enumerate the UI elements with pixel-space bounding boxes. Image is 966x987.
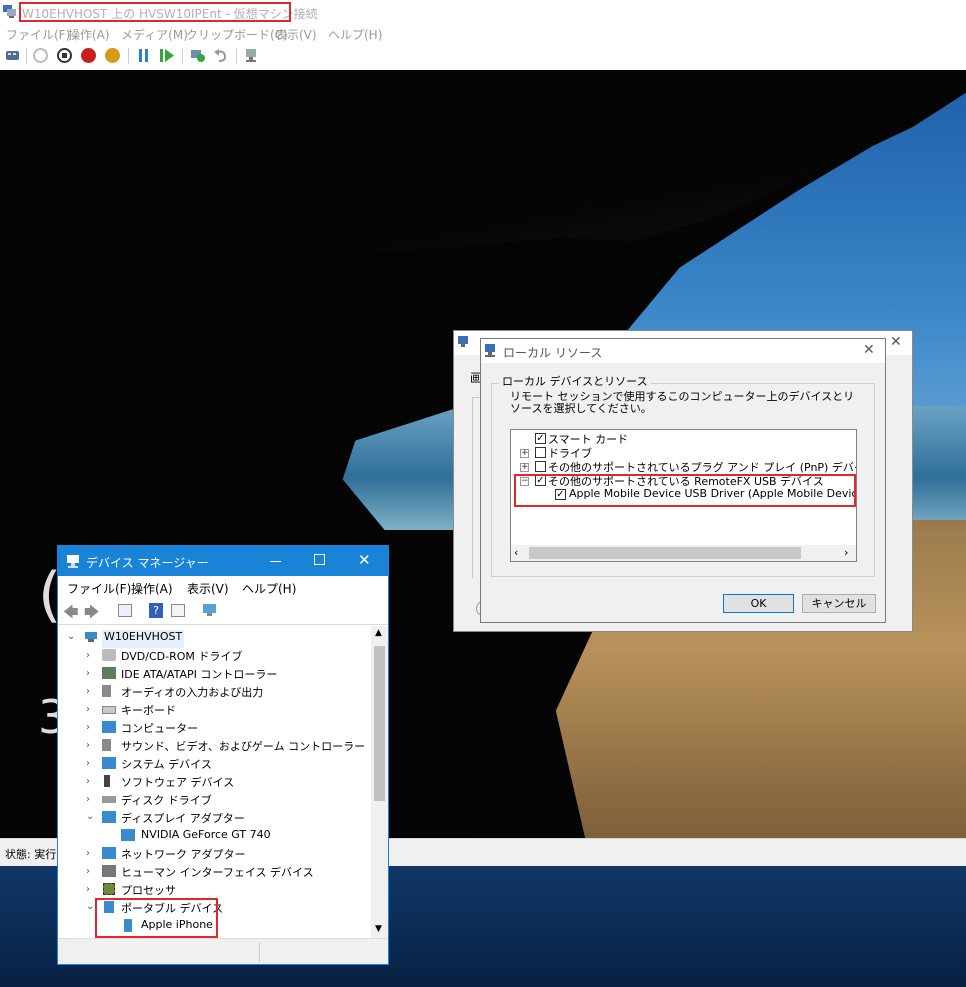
help-icon[interactable]: ? [149,603,163,618]
checkpoint-icon[interactable] [190,48,206,63]
local-devices-description: リモート セッションで使用するこのコンピューター上のデバイスとリソースを選択して… [510,390,855,415]
vm-menu-clipboard[interactable]: クリップボード(C) [186,26,288,43]
ide-controller-icon [102,667,116,679]
scroll-left-icon[interactable]: ‹ [514,546,518,559]
display-adapter-icon [121,829,135,841]
pause-icon[interactable] [137,48,151,63]
vm-menu-file[interactable]: ファイル(F) [6,26,70,43]
vm-menu-view[interactable]: 表示(V) [275,26,317,43]
resume-icon[interactable] [160,48,175,63]
revert-icon[interactable] [213,48,229,63]
vm-menu-action[interactable]: 操作(A) [68,26,110,43]
save-state-icon[interactable] [105,48,120,63]
device-manager-toolbar: 🡄 🡆 ? [58,598,388,625]
forward-arrow-icon[interactable]: 🡆 [84,602,100,627]
dm-menu-file[interactable]: ファイル(F) [67,580,131,597]
vm-toolbar [0,42,966,71]
device-manager-title-bar: デバイス マネージャー ✕ [58,546,388,576]
scroll-thumb[interactable] [529,547,801,559]
vm-app-icon [3,5,17,18]
scroll-down-icon[interactable]: ▼ [375,924,382,934]
shutdown-icon[interactable] [81,48,96,63]
back-arrow-icon[interactable]: 🡄 [63,602,79,627]
tree-horizontal-scrollbar[interactable]: ‹ › [511,545,856,561]
turn-off-icon[interactable] [57,48,72,63]
hid-icon [102,865,116,877]
local-resources-title: ローカル リソース [503,346,603,360]
cancel-button[interactable]: キャンセル [802,594,876,613]
device-manager-title: デバイス マネージャー [86,556,209,570]
device-manager-menu-bar: ファイル(F) 操作(A) 表示(V) ヘルプ(H) [58,576,388,598]
dvd-drive-icon [102,649,116,661]
local-resources-close-icon[interactable]: ✕ [863,342,875,358]
scan-hardware-icon[interactable] [202,603,218,618]
vm-menu-bar: ファイル(F) 操作(A) メディア(M) クリップボード(C) 表示(V) ヘ… [0,24,966,42]
local-resources-app-icon [485,344,499,357]
drive-checkbox[interactable] [535,447,546,458]
properties-icon[interactable] [118,604,132,617]
ctrl-alt-del-icon[interactable] [5,48,20,63]
device-tree-vertical-scrollbar[interactable]: ▲ ▼ [371,626,388,938]
device-tree[interactable]: ⌄ W10EHVHOST › DVD/CD-ROM ドライブ › IDE ATA/A… [58,626,371,938]
dm-menu-help[interactable]: ヘルプ(H) [242,580,296,597]
rdp-app-icon [458,336,472,349]
network-adapter-icon [102,847,116,859]
close-icon[interactable]: ✕ [358,551,371,569]
root-computer-label[interactable]: W10EHVHOST [102,630,185,648]
system-device-icon [102,757,116,769]
speaker-icon [102,685,111,697]
remotefx-highlight-box [514,474,856,507]
vm-status-text: 状態: 実行 [5,848,57,861]
device-manager-icon [66,554,80,568]
keyboard-icon [102,706,116,714]
vm-menu-help[interactable]: ヘルプ(H) [328,26,382,43]
device-manager-status-bar [58,938,388,964]
disk-drive-icon [102,796,116,803]
smartcard-checkbox[interactable]: ✓ [535,433,546,444]
dm-menu-action[interactable]: 操作(A) [131,580,173,597]
expand-icon[interactable]: + [520,463,529,472]
local-resources-title-bar: ローカル リソース ✕ [481,339,885,363]
computer-icon [84,631,98,643]
portable-device-highlight-box [95,898,218,938]
processor-icon [103,883,115,895]
minimize-icon[interactable] [270,561,281,562]
enhanced-session-icon[interactable] [244,48,260,63]
title-highlight-box [19,2,291,22]
vm-title-bar: W10EHVHOST 上の HVSW10IPEnt - 仮想マシン接続 [0,0,966,24]
start-icon[interactable] [33,48,48,63]
computer-icon [102,721,116,733]
speaker-icon [102,739,111,751]
rdp-close-icon[interactable]: ✕ [890,334,902,350]
scroll-right-icon[interactable]: › [844,546,848,559]
pnp-checkbox[interactable] [535,461,546,472]
expand-icon[interactable]: + [520,449,529,458]
local-devices-group-label: ローカル デバイスとリソース [499,373,651,389]
maximize-icon[interactable] [314,554,325,565]
vm-menu-media[interactable]: メディア(M) [121,26,188,43]
dm-menu-view[interactable]: 表示(V) [187,580,229,597]
ok-button[interactable]: OK [723,594,794,613]
scroll-thumb[interactable] [374,646,385,801]
update-driver-icon[interactable] [171,604,185,617]
software-device-icon [104,775,110,787]
display-adapter-icon [102,811,116,823]
expanded-chevron-icon[interactable]: ⌄ [67,632,75,642]
scroll-up-icon[interactable]: ▲ [375,628,382,638]
